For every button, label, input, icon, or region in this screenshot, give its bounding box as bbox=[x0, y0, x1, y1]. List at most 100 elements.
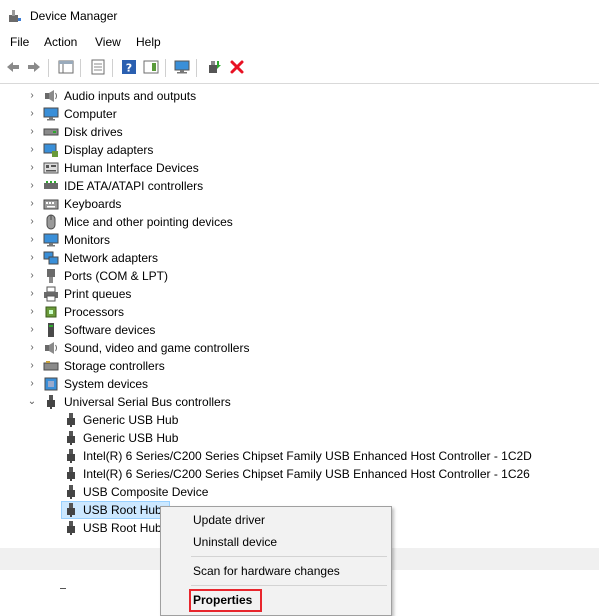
chevron-down-icon[interactable]: ⌄ bbox=[27, 393, 37, 411]
network-adapter-icon bbox=[43, 250, 59, 266]
chevron-right-icon[interactable]: › bbox=[27, 231, 37, 249]
tree-category-label: Mice and other pointing devices bbox=[64, 215, 233, 229]
tree-category-display-adapters[interactable]: › Display adapters bbox=[0, 141, 590, 159]
tree-category-label: Computer bbox=[64, 107, 117, 121]
tree-category-ports-com-lpt[interactable]: › Ports (COM & LPT) bbox=[0, 267, 590, 285]
tree-category-audio-inputs-and-outputs[interactable]: › Audio inputs and outputs bbox=[0, 87, 590, 105]
help-button[interactable]: ? bbox=[120, 58, 138, 76]
mouse-icon bbox=[43, 214, 59, 230]
tree-category-software-devices[interactable]: › Software devices bbox=[0, 321, 590, 339]
tree-category-label: IDE ATA/ATAPI controllers bbox=[64, 179, 204, 193]
tree-category-label: Ports (COM & LPT) bbox=[64, 269, 169, 283]
action-pane-icon bbox=[143, 60, 159, 74]
back-button[interactable] bbox=[4, 58, 22, 76]
tree-device-item[interactable]: Intel(R) 6 Series/C200 Series Chipset Fa… bbox=[0, 465, 590, 483]
tree-device-item[interactable]: Intel(R) 6 Series/C200 Series Chipset Fa… bbox=[0, 447, 590, 465]
port-icon bbox=[43, 268, 59, 284]
tree-category-keyboards[interactable]: › Keyboards bbox=[0, 195, 590, 213]
tree-category-network-adapters[interactable]: › Network adapters bbox=[0, 249, 590, 267]
tree-category-ide-ata-atapi-controllers[interactable]: › IDE ATA/ATAPI controllers bbox=[0, 177, 590, 195]
tree-category-sound-video-and-game-controllers[interactable]: › Sound, video and game controllers bbox=[0, 339, 590, 357]
context-update-driver-label: Update driver bbox=[193, 513, 266, 527]
context-scan-hardware-label: Scan for hardware changes bbox=[193, 564, 340, 578]
chevron-right-icon[interactable]: › bbox=[27, 141, 37, 159]
tree-category-label: Software devices bbox=[64, 323, 156, 337]
uninstall-device-toolbar-button[interactable] bbox=[228, 58, 246, 76]
speaker-icon bbox=[43, 340, 59, 356]
menu-help[interactable]: Help bbox=[134, 35, 163, 49]
chevron-right-icon[interactable]: › bbox=[27, 195, 37, 213]
arrow-left-icon bbox=[7, 62, 19, 72]
chevron-right-icon[interactable]: › bbox=[27, 177, 37, 195]
context-scan-hardware[interactable]: Scan for hardware changes bbox=[161, 561, 391, 581]
title-bar: Device Manager bbox=[0, 0, 599, 32]
show-hide-console-tree-button[interactable] bbox=[57, 58, 75, 76]
tree-category-system-devices[interactable]: › System devices bbox=[0, 375, 590, 393]
menu-action[interactable]: Action bbox=[42, 35, 79, 49]
hid-icon bbox=[43, 160, 59, 176]
tree-category-human-interface-devices[interactable]: › Human Interface Devices bbox=[0, 159, 590, 177]
tree-category-label: Audio inputs and outputs bbox=[64, 89, 197, 103]
tree-category-mice-and-other-pointing-devices[interactable]: › Mice and other pointing devices bbox=[0, 213, 590, 231]
action-pane-button[interactable] bbox=[142, 58, 160, 76]
chevron-right-icon[interactable]: › bbox=[27, 249, 37, 267]
chevron-right-icon[interactable]: › bbox=[27, 375, 37, 393]
svg-text:?: ? bbox=[126, 62, 132, 75]
chevron-right-icon[interactable]: › bbox=[27, 123, 37, 141]
tree-device-label: Generic USB Hub bbox=[83, 413, 179, 427]
tree-category-universal-serial-bus-controllers[interactable]: ⌄ Universal Serial Bus controllers bbox=[0, 393, 590, 411]
context-uninstall-device[interactable]: Uninstall device bbox=[161, 532, 391, 552]
tree-device-label: USB Root Hub bbox=[83, 521, 162, 535]
chevron-right-icon[interactable]: › bbox=[27, 87, 37, 105]
toolbar-separator bbox=[112, 59, 113, 77]
chevron-right-icon[interactable]: › bbox=[27, 213, 37, 231]
tree-category-label: Keyboards bbox=[64, 197, 122, 211]
scan-hardware-toolbar-button[interactable] bbox=[173, 58, 191, 76]
context-separator bbox=[191, 585, 387, 586]
software-device-icon bbox=[43, 322, 59, 338]
monitor-scan-icon bbox=[174, 60, 190, 74]
tree-category-label: Monitors bbox=[64, 233, 111, 247]
menu-file[interactable]: File bbox=[8, 35, 31, 49]
tree-device-label: Intel(R) 6 Series/C200 Series Chipset Fa… bbox=[83, 449, 532, 463]
chevron-right-icon[interactable]: › bbox=[27, 159, 37, 177]
tree-category-monitors[interactable]: › Monitors bbox=[0, 231, 590, 249]
chevron-right-icon[interactable]: › bbox=[27, 267, 37, 285]
chevron-right-icon[interactable]: › bbox=[27, 303, 37, 321]
tree-category-label: System devices bbox=[64, 377, 149, 391]
tree-device-item[interactable]: USB Composite Device bbox=[0, 483, 590, 501]
tree-category-label: Disk drives bbox=[64, 125, 123, 139]
tree-category-computer[interactable]: › Computer bbox=[0, 105, 590, 123]
tree-device-item[interactable]: Generic USB Hub bbox=[0, 429, 590, 447]
chevron-right-icon[interactable]: › bbox=[27, 357, 37, 375]
console-tree-icon bbox=[58, 60, 74, 74]
processor-icon bbox=[43, 304, 59, 320]
forward-button[interactable] bbox=[25, 58, 43, 76]
properties-highlight-box bbox=[189, 589, 262, 612]
update-driver-toolbar-button[interactable] bbox=[205, 58, 223, 76]
printer-icon bbox=[43, 286, 59, 302]
tree-category-storage-controllers[interactable]: › Storage controllers bbox=[0, 357, 590, 375]
chevron-right-icon[interactable]: › bbox=[27, 321, 37, 339]
toolbar-separator bbox=[196, 59, 197, 77]
toolbar: ? bbox=[0, 55, 599, 81]
update-driver-icon bbox=[209, 61, 221, 73]
chevron-right-icon[interactable]: › bbox=[27, 285, 37, 303]
device-manager-window: Device Manager File Action View Help ? ›… bbox=[0, 0, 599, 616]
menu-view[interactable]: View bbox=[93, 35, 123, 49]
tree-device-item[interactable]: Generic USB Hub bbox=[0, 411, 590, 429]
help-icon: ? bbox=[122, 60, 136, 75]
usb-icon bbox=[63, 466, 79, 482]
usb-icon bbox=[63, 502, 79, 518]
chevron-right-icon[interactable]: › bbox=[27, 105, 37, 123]
context-update-driver[interactable]: Update driver bbox=[161, 510, 391, 530]
chevron-right-icon[interactable]: › bbox=[27, 339, 37, 357]
tree-category-print-queues[interactable]: › Print queues bbox=[0, 285, 590, 303]
tree-category-disk-drives[interactable]: › Disk drives bbox=[0, 123, 590, 141]
properties-toolbar-button[interactable] bbox=[89, 58, 107, 76]
cursor-mark bbox=[60, 588, 66, 589]
toolbar-separator bbox=[165, 59, 166, 77]
tree-category-processors[interactable]: › Processors bbox=[0, 303, 590, 321]
context-uninstall-device-label: Uninstall device bbox=[193, 535, 278, 549]
tree-category-label: Processors bbox=[64, 305, 125, 319]
